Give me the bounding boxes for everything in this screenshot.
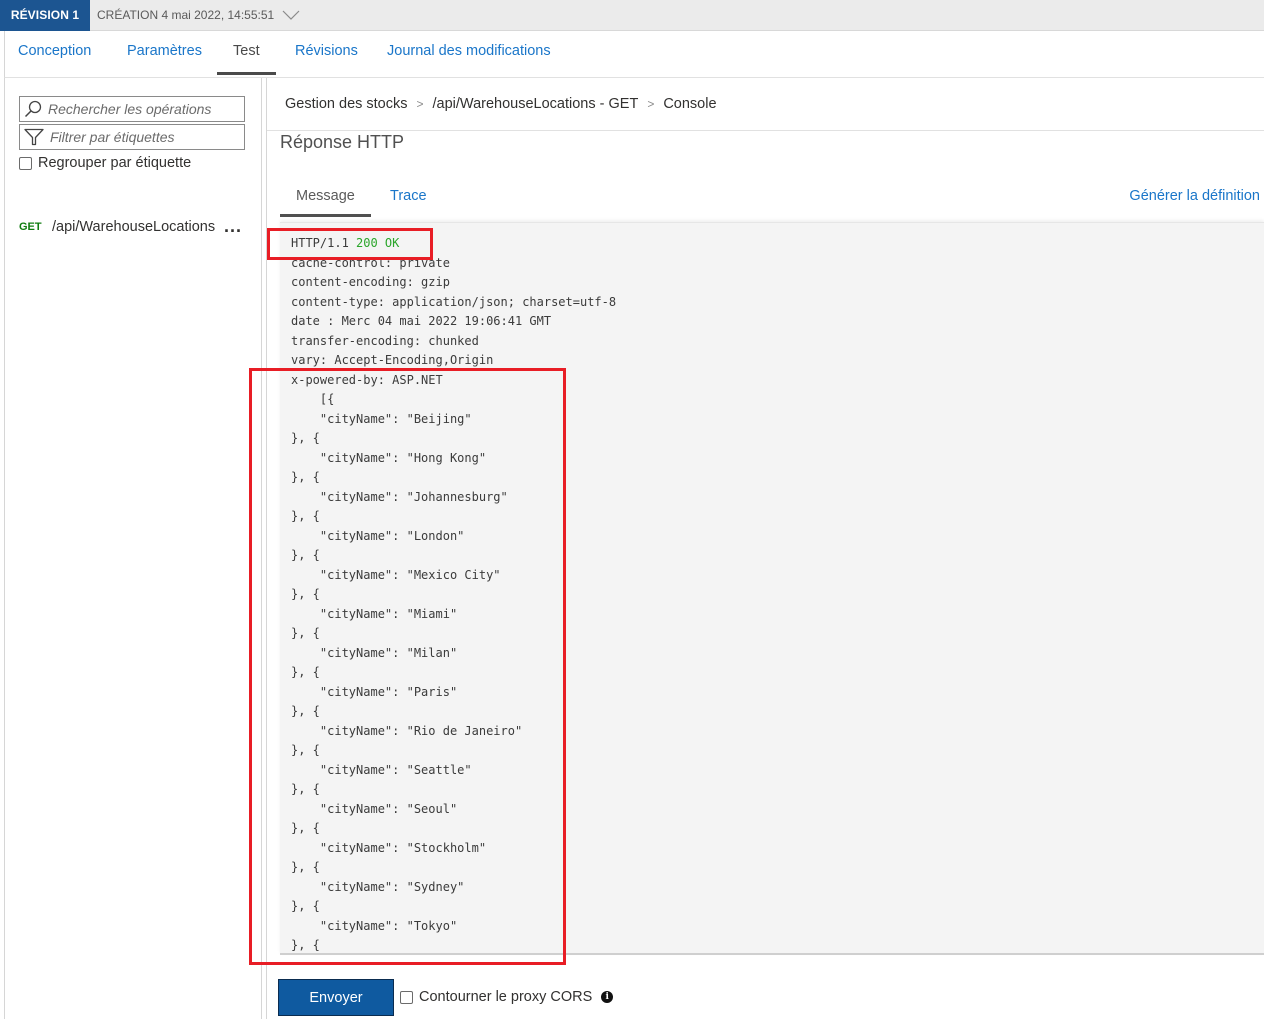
json-city-entry: "cityName": "Tokyo" [319,918,458,933]
json-separator: }, { [291,743,320,757]
search-icon [24,100,42,118]
tab-journal[interactable]: Journal des modifications [387,43,551,59]
header-line: content-type: application/json; charset=… [291,294,617,309]
info-icon[interactable]: i [601,991,614,1003]
json-separator: }, { [291,665,320,679]
json-separator: }, { [291,587,320,601]
revision-created-date: CRÉATION 4 mai 2022, 14:55:51 [97,8,275,22]
bypass-cors-toggle[interactable]: Contourner le proxy CORS i [400,989,614,1005]
status-code: 200 OK [356,236,400,250]
tab-revisions[interactable]: Révisions [295,43,358,59]
more-options-icon[interactable]: ... [224,216,242,237]
breadcrumb-separator: > [416,97,424,111]
bypass-cors-checkbox[interactable] [400,990,413,1004]
json-city-entry: "cityName": "Seoul" [319,801,458,816]
json-city-entry: "cityName": "Hong Kong" [319,450,487,465]
response-body: [{ "cityName": "Beijing" }, { "cityName"… [291,392,522,952]
response-message-panel[interactable]: HTTP/1.1 200 OK cache-control: private c… [280,222,1264,955]
divider [267,130,1264,131]
generate-definition-link[interactable]: Générer la définition [1129,188,1260,204]
filter-icon [24,128,44,146]
header-line: content-encoding: gzip [291,275,450,289]
breadcrumb-item-operation[interactable]: /api/WarehouseLocations - GET [433,96,639,112]
breadcrumb-item-console: Console [663,96,717,112]
json-city-entry: "cityName": "Johannesburg" [319,489,508,504]
chevron-down-icon[interactable] [282,9,300,21]
search-operations-input[interactable] [48,101,238,117]
json-separator: }, { [291,782,320,796]
json-separator: }, { [291,626,320,640]
pane-divider-inner [266,78,267,1019]
header-line: x-powered-by: ASP.NET [291,372,443,387]
tab-test[interactable]: Test [233,43,260,59]
header-line: vary: Accept-Encoding,Origin [291,353,494,367]
breadcrumb-separator: > [647,97,655,111]
json-separator: }, { [291,470,320,484]
json-separator: }, { [291,704,320,718]
revision-bar: RÉVISION 1 CRÉATION 4 mai 2022, 14:55:51 [0,0,1264,31]
group-by-tag-checkbox[interactable] [19,156,32,170]
active-response-tab-indicator [280,214,371,217]
json-city-entry: "cityName": "Sydney" [319,879,465,894]
operations-sidebar: Regrouper par étiquette GET /api/Warehou… [4,78,261,1019]
header-line: date : Merc 04 mai 2022 19:06:41 GMT [291,314,552,328]
tab-conception[interactable]: Conception [18,43,91,59]
breadcrumb: Gestion des stocks > /api/WarehouseLocat… [285,96,717,112]
active-tab-indicator [217,72,276,75]
response-title: Réponse HTTP [280,132,405,152]
json-city-entry: "cityName": "Miami" [319,606,458,621]
json-city-entry: "cityName": "Beijing" [319,411,472,426]
send-button[interactable]: Envoyer [278,979,394,1016]
header-line: cache-control: private [291,255,450,270]
json-separator: }, { [291,431,320,445]
tab-parametres[interactable]: Paramètres [127,43,202,59]
json-separator: }, { [291,548,320,562]
http-version: HTTP/1.1 [291,236,357,250]
response-headers: cache-control: private content-encoding:… [291,256,616,387]
tab-trace[interactable]: Trace [390,188,427,204]
json-city-entry: "cityName": "Stockholm" [319,840,487,855]
json-city-entry: "cityName": "Milan" [319,645,458,660]
operation-method: GET [19,221,42,233]
operation-item[interactable]: GET /api/WarehouseLocations ... [19,216,249,238]
main-tabs: Conception Paramètres Test Révisions Jou… [4,31,1264,78]
json-city-entry: "cityName": "Paris" [319,684,458,699]
json-city-entry: "cityName": "Rio de Janeiro" [319,723,523,738]
json-separator: }, { [291,509,320,523]
json-separator: }, { [291,821,320,835]
json-separator: }, { [291,860,320,874]
group-by-tag-toggle[interactable]: Regrouper par étiquette [19,155,191,171]
operation-path: /api/WarehouseLocations [52,219,216,235]
group-by-tag-label: Regrouper par étiquette [38,155,192,171]
status-line: HTTP/1.1 200 OK [291,236,399,250]
json-city-entry: "cityName": "Seattle" [319,762,472,777]
breadcrumb-item-api[interactable]: Gestion des stocks [285,96,408,112]
revision-badge: RÉVISION 1 [0,0,90,31]
tab-message[interactable]: Message [296,188,355,204]
json-separator: }, { [291,938,320,952]
pane-divider[interactable] [261,78,262,1019]
bypass-cors-label: Contourner le proxy CORS [419,989,593,1005]
header-line: transfer-encoding: chunked [291,333,479,348]
filter-tags-input[interactable] [50,129,240,145]
json-city-entry: "cityName": "Mexico City" [319,567,501,582]
search-operations-box[interactable] [19,96,245,122]
response-message-text: HTTP/1.1 200 OK cache-control: private c… [291,234,616,953]
json-array-open: [{ [319,392,335,406]
json-separator: }, { [291,899,320,913]
filter-tags-box[interactable] [19,124,245,150]
json-city-entry: "cityName": "London" [319,528,465,543]
